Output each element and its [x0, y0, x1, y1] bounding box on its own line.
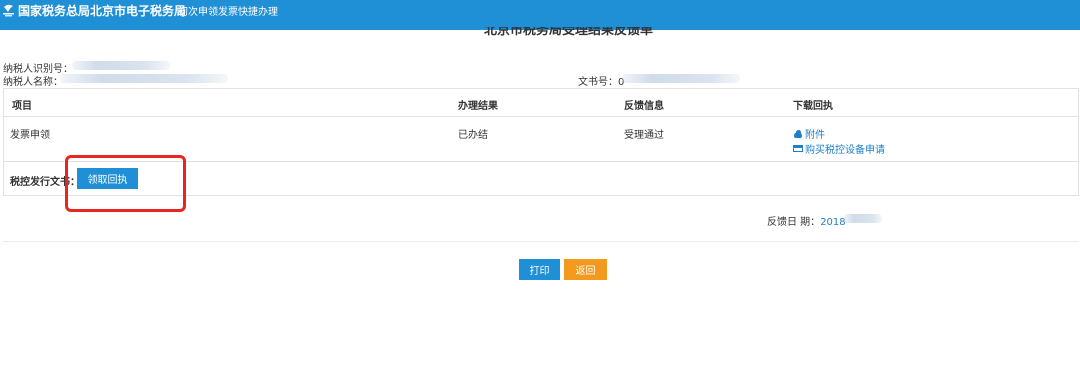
cloud-download-icon [793, 129, 803, 138]
taxpayer-name-label: 纳税人名称： [3, 77, 63, 88]
back-button[interactable]: 返回 [564, 259, 607, 280]
device-purchase-application-link[interactable]: 购买税控设备申请 [793, 141, 885, 156]
feedback-date-label: 反馈日 期： [767, 217, 821, 228]
section-divider [3, 241, 1079, 242]
row-item: 发票申领 [10, 130, 50, 141]
redacted-taxpayer-name [60, 74, 228, 83]
header-download: 下载回执 [793, 101, 833, 112]
device-purchase-application-label: 购买税控设备申请 [805, 145, 885, 156]
document-title: 北京市税务局受理结果反馈单 [470, 27, 690, 41]
device-icon [793, 145, 803, 152]
print-button[interactable]: 打印 [519, 259, 560, 280]
highlight-annotation-box [65, 155, 186, 212]
feedback-date: 反馈日 期：2018 [767, 213, 846, 228]
doc-number-label-text: 文书号： [578, 77, 618, 88]
redacted-taxpayer-id [72, 61, 170, 70]
top-header-bar: 国家税务总局北京市电子税务局 初次申领发票快捷办理 [0, 0, 1080, 30]
attachment-link-label: 附件 [805, 130, 825, 141]
header-feedback: 反馈信息 [624, 101, 664, 112]
document-title-text: 北京市税务局受理结果反馈单 [484, 27, 654, 38]
redacted-feedback-date [844, 214, 882, 223]
redacted-doc-number [622, 74, 740, 83]
header-subtitle: 初次申领发票快捷办理 [178, 7, 278, 18]
attachment-link[interactable]: 附件 [793, 126, 825, 141]
row-divider [4, 116, 1078, 117]
row-feedback: 受理通过 [624, 130, 664, 141]
feedback-date-value: 2018 [820, 217, 846, 228]
header-item: 项目 [12, 101, 32, 112]
doc-number-label: 文书号：0 [578, 73, 624, 88]
header-result: 办理结果 [458, 101, 498, 112]
tax-bureau-logo-icon [3, 4, 14, 17]
brand-title: 国家税务总局北京市电子税务局 [18, 4, 187, 18]
row-result: 已办结 [458, 130, 488, 141]
